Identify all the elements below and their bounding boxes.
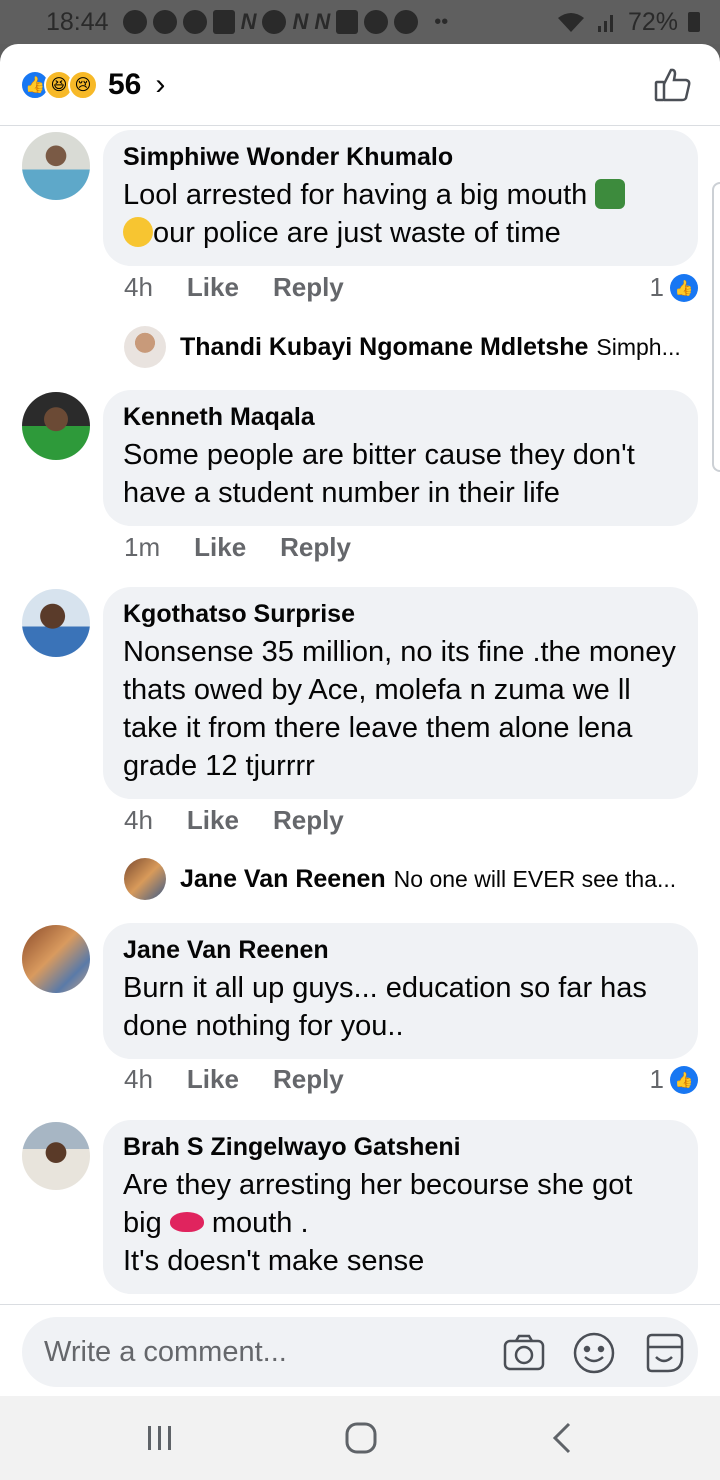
reactions-header[interactable]: 👍 😆 😢 56 › [0,44,720,126]
reply-button[interactable]: Reply [273,805,344,836]
emoji-icon[interactable] [572,1331,616,1375]
avatar[interactable] [22,589,90,657]
download-icon [212,10,235,34]
chevron-right-icon: › [155,67,166,101]
comment-actions: 4h Like Reply [124,805,344,836]
comment-text-line: big [123,1207,162,1239]
like-button[interactable]: Like [187,805,239,836]
comment-like-count[interactable]: 1 👍 [650,272,698,303]
battery-percent: 72% [627,7,678,36]
comment-actions: 4h Like Reply [124,1064,344,1095]
avatar[interactable] [22,1122,90,1190]
comment-actions: 4h Like Reply [124,272,344,303]
avatar[interactable] [22,392,90,460]
like-button[interactable]: Like [194,532,246,563]
snapchat-icon [364,10,389,34]
comment-author[interactable]: Simphiwe Wonder Khumalo [123,142,678,172]
person-gesturing-no-emoji-icon [595,179,626,209]
back-icon[interactable] [543,1418,583,1458]
comments-sheet: 👍 😆 😢 56 › Simphiwe Wonder Khumalo Lool … [0,44,720,1396]
signal-icon [597,15,613,32]
comment-author[interactable]: Jane Van Reenen [123,935,678,965]
avatar[interactable] [22,132,90,200]
comment-like-count[interactable]: 1 👍 [650,1064,698,1095]
comment-text: Lool arrested for having a big mouth our… [123,176,678,252]
comment-actions: 1m Like Reply [124,532,351,563]
comment-composer-bar [0,1304,720,1396]
comment-bubble[interactable]: Kenneth Maqala Some people are bitter ca… [103,390,698,526]
sticker-icon[interactable] [642,1331,686,1375]
reply-snippet: No one will EVER see tha... [393,865,677,892]
like-reaction-icon: 👍 [670,273,698,302]
comment-time: 4h [124,272,153,302]
system-nav-bar [0,1396,720,1480]
avatar[interactable] [22,925,90,993]
comment-text: Burn it all up guys... education so far … [123,972,647,1042]
comment-text-line: It's doesn't make sense [123,1245,425,1277]
opera-icon [262,10,287,34]
reaction-count: 56 [108,67,142,101]
avatar [124,326,166,368]
like-button[interactable]: Like [187,272,239,303]
comment-author[interactable]: Kgothatso Surprise [123,599,678,629]
like-count-number: 1 [649,1064,664,1094]
comment-text: Some people are bitter cause they don't … [123,439,635,509]
comment-composer [22,1317,698,1387]
reaction-icons: 👍 😆 😢 [20,69,98,100]
like-button[interactable]: Like [187,1064,239,1095]
reply-snippet: Simph... [596,333,681,360]
reply-author: Jane Van Reenen [180,864,386,893]
youtube-icon [336,10,359,34]
battery-icon [688,12,700,32]
like-reaction-icon: 👍 [670,1065,698,1094]
comment-text: Are they arresting her becourse she got … [123,1166,678,1280]
home-icon[interactable] [341,1418,381,1458]
comment-text-line: mouth . [211,1207,309,1239]
status-time: 18:44 [46,7,109,36]
thumbs-up-icon[interactable] [654,66,692,104]
comment-time: 4h [124,1064,153,1094]
comment-text-line: Are they arresting her becourse she got [123,1169,633,1201]
comment-text-line: Lool arrested for having a big mouth [123,179,588,211]
eye-roll-emoji-icon [123,217,153,247]
messenger-icon [122,10,147,34]
status-bar: 18:44 N N N •• 72% [0,0,720,44]
comment-text: Nonsense 35 million, no its fine .the mo… [123,636,676,782]
reply-button[interactable]: Reply [273,1064,344,1095]
camera-icon[interactable] [502,1331,546,1375]
recent-apps-icon[interactable] [140,1418,180,1458]
notification-icons: N N N •• [122,9,556,35]
comment-bubble[interactable]: Jane Van Reenen Burn it all up guys... e… [103,923,698,1059]
like-count-number: 1 [649,272,664,302]
avatar [124,858,166,900]
reply-author: Thandi Kubayi Ngomane Mdletshe [180,332,589,361]
comment-time: 4h [124,805,153,835]
twitter-icon [394,10,419,34]
reply-preview[interactable]: Thandi Kubayi Ngomane Mdletshe Simph... [124,326,704,368]
comment-bubble[interactable]: Brah S Zingelwayo Gatsheni Are they arre… [103,1120,698,1294]
comment-text-line: our police are just waste of time [153,217,561,249]
news-n-icon-2: N [292,9,309,34]
comment-author[interactable]: Kenneth Maqala [123,402,678,432]
comment-bubble[interactable]: Simphiwe Wonder Khumalo Lool arrested fo… [103,130,698,266]
wifi-icon [557,13,584,32]
reply-preview[interactable]: Jane Van Reenen No one will EVER see tha… [124,858,704,900]
reply-button[interactable]: Reply [280,532,351,563]
comment-input[interactable] [44,1335,464,1369]
comment-time: 1m [124,532,161,562]
comment-bubble[interactable]: Kgothatso Surprise Nonsense 35 million, … [103,587,698,799]
reply-button[interactable]: Reply [273,272,344,303]
scrollbar[interactable] [712,182,720,472]
news-n-icon-3: N [314,9,331,34]
whatsapp-icon [152,10,177,34]
comment-author[interactable]: Brah S Zingelwayo Gatsheni [123,1132,678,1162]
sad-reaction-icon: 😢 [68,69,98,100]
facebook-icon [182,10,207,34]
more-notifications-icon: •• [434,10,449,33]
news-n-icon: N [240,9,257,34]
lips-emoji-icon [169,1212,204,1232]
